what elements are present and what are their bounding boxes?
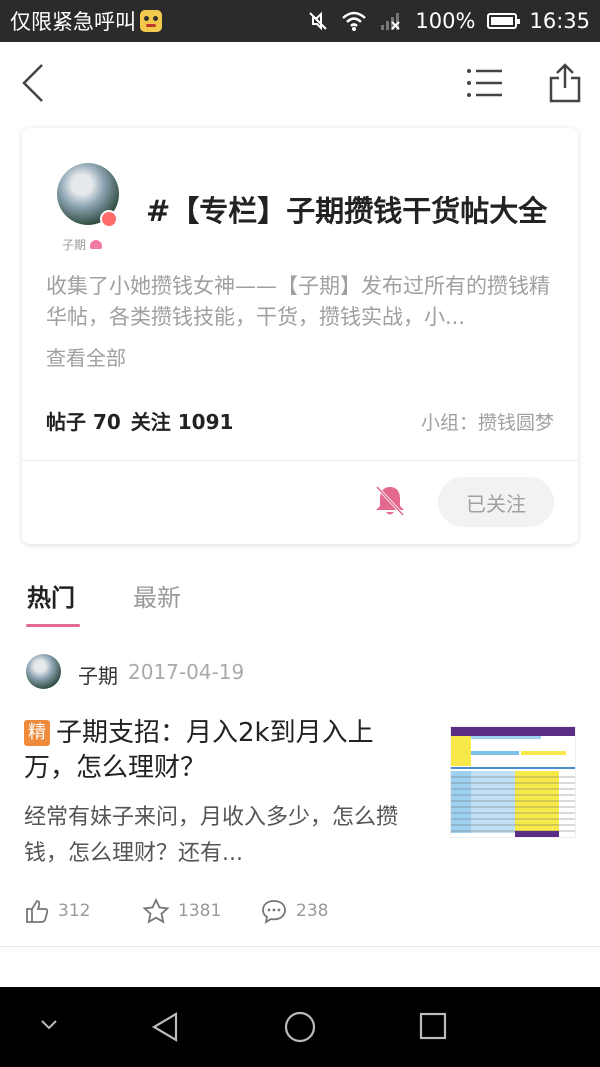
battery-icon — [487, 13, 521, 29]
like-count: 312 — [58, 901, 91, 921]
post-date: 2017-04-19 — [128, 660, 245, 684]
tab-hot[interactable]: 热门 — [27, 578, 75, 613]
thumbs-up-icon — [26, 900, 49, 923]
post-author[interactable]: 子期 — [78, 660, 118, 689]
back-icon[interactable] — [18, 61, 50, 105]
comment-action[interactable]: 238 — [260, 898, 328, 924]
nav-actions — [466, 62, 582, 104]
status-left: 仅限紧急呼叫 — [10, 6, 162, 36]
carrier-text: 仅限紧急呼叫 — [10, 10, 136, 34]
chevron-down-icon[interactable] — [38, 1017, 60, 1033]
bell-off-icon[interactable] — [372, 483, 408, 519]
featured-badge: 精 — [24, 720, 50, 746]
avatar-caption: 子期 — [62, 236, 103, 253]
card-divider — [22, 460, 578, 461]
post-divider — [0, 946, 600, 947]
list-icon[interactable] — [466, 66, 504, 100]
active-tab-indicator — [26, 624, 80, 627]
battery-percent: 100% — [415, 9, 476, 33]
topic-description: 收集了小她攒钱女神——【子期】发布过所有的攒钱精华帖，各类攒钱技能，干货，攒钱实… — [46, 274, 550, 329]
post-excerpt: 经常有妹子来问，月收入多少，怎么攒钱，怎么理财？还有... — [24, 805, 399, 866]
tab-latest[interactable]: 最新 — [133, 578, 181, 613]
see-all-link[interactable]: 查看全部 — [46, 342, 126, 371]
recent-apps-icon[interactable] — [418, 1011, 448, 1041]
status-right: 100% 16:35 — [307, 9, 590, 33]
comment-count: 238 — [296, 901, 329, 921]
share-icon[interactable] — [548, 62, 582, 104]
post-actions: 312 1381 238 — [24, 898, 328, 924]
post-thumbnail-image[interactable] — [450, 726, 576, 838]
app-emoji-icon — [140, 10, 162, 32]
system-nav-bar — [0, 987, 600, 1067]
post-card[interactable]: 子期 2017-04-19 精子期支招：月入2k到月入上万，怎么理财？ 经常有妹… — [0, 640, 600, 947]
favorite-action[interactable]: 1381 — [142, 898, 260, 924]
home-circle-icon[interactable] — [282, 1009, 318, 1045]
lotus-icon — [90, 240, 103, 249]
nav-bar — [0, 42, 600, 124]
favorite-count: 1381 — [178, 901, 222, 921]
avatar-caption-text: 子期 — [62, 238, 87, 252]
topic-title: #【专栏】子期攒钱干货帖大全 — [146, 194, 548, 228]
post-title-text: 子期支招：月入2k到月入上万，怎么理财？ — [24, 718, 374, 783]
posts-count: 帖子 70 — [46, 410, 121, 434]
topic-stats: 帖子 70 关注 1091 — [46, 406, 233, 435]
feed-tabs: 热门 最新 — [0, 570, 600, 630]
back-triangle-icon[interactable] — [150, 1011, 182, 1043]
spreadsheet-thumbnail-icon — [451, 727, 575, 837]
wifi-icon — [342, 11, 367, 31]
followed-button[interactable]: 已关注 — [438, 477, 554, 527]
trending-badge-icon — [100, 210, 118, 228]
author-avatar[interactable] — [26, 654, 61, 689]
post-title[interactable]: 精子期支招：月入2k到月入上万，怎么理财？ — [24, 716, 424, 786]
like-action[interactable]: 312 — [24, 898, 142, 924]
status-bar: 仅限紧急呼叫 100% 16:35 — [0, 0, 600, 42]
group-link[interactable]: 小组：攒钱圆梦 — [421, 408, 554, 435]
follows-count: 关注 1091 — [130, 410, 234, 434]
star-icon — [142, 898, 170, 924]
comment-icon — [262, 900, 286, 924]
clock: 16:35 — [529, 9, 590, 33]
mute-icon — [309, 11, 328, 31]
signal-icon — [381, 13, 401, 30]
topic-card: 子期 #【专栏】子期攒钱干货帖大全 收集了小她攒钱女神——【子期】发布过所有的攒… — [22, 128, 578, 544]
